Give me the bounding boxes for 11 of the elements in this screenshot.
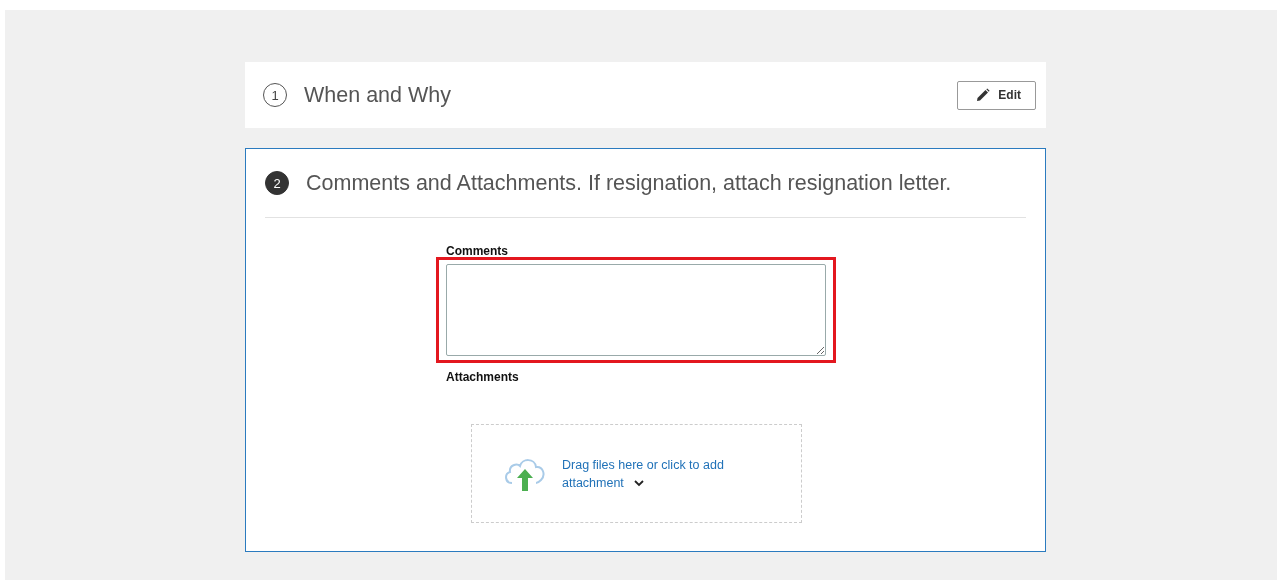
comments-field[interactable] xyxy=(446,264,826,356)
edit-button[interactable]: Edit xyxy=(957,80,1036,110)
step-title: Comments and Attachments. If resignation, attach resignation letter. xyxy=(306,170,953,196)
field-label: Attachments xyxy=(446,370,520,384)
upload-link[interactable]: Drag files here or click to add attachment xyxy=(562,455,742,492)
chevron-down-icon xyxy=(633,479,644,487)
step-number: 2 xyxy=(265,171,289,195)
field-label: Comments xyxy=(446,244,509,258)
pencil-icon xyxy=(976,88,991,102)
drop-zone[interactable]: Drag files here or click to add attachment xyxy=(471,424,802,523)
step-title: When and Why xyxy=(304,82,452,108)
